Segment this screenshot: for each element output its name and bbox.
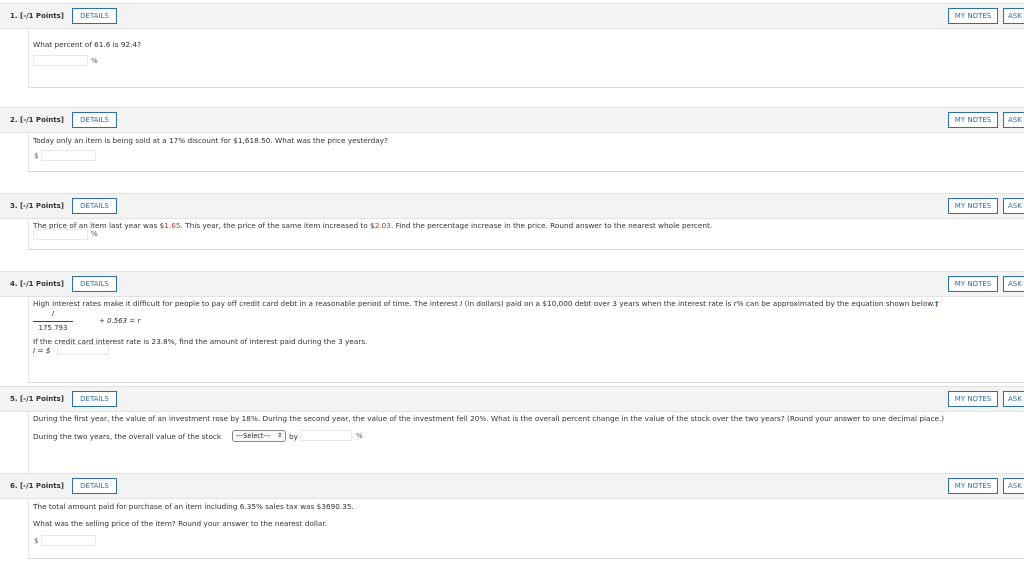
question-number: 5. [-/1 Points] (10, 395, 64, 403)
question-text: Today only an item is being sold at a 17… (33, 136, 388, 145)
question-subtext: What was the selling price of the item? … (33, 519, 328, 528)
equation-fraction: I 175.793 (33, 310, 73, 336)
question-text: During the first year, the value of an i… (33, 414, 945, 423)
question-1-header: 1. [-/1 Points] DETAILS MY NOTES ASK (0, 3, 1024, 29)
ask-button[interactable]: ASK (1003, 112, 1024, 128)
question-4-header: 4. [-/1 Points] DETAILS MY NOTES ASK (0, 271, 1024, 297)
question-6-header: 6. [-/1 Points] DETAILS MY NOTES ASK (0, 473, 1024, 499)
question-text-b: . This year, the price of the same item … (180, 221, 375, 230)
ask-button[interactable]: ASK (1003, 391, 1024, 407)
ask-button[interactable]: ASK (1003, 478, 1024, 494)
fraction-bar (33, 321, 73, 322)
my-notes-button[interactable]: MY NOTES (948, 112, 998, 128)
question-text: High interest rates make it difficult fo… (33, 299, 939, 308)
details-button[interactable]: DETAILS (72, 391, 117, 407)
ask-button[interactable]: ASK (1003, 198, 1024, 214)
question-text: What percent of 61.6 is 92.4? (33, 40, 141, 49)
answer-prefix: During the two years, the overall value … (33, 432, 222, 441)
equation-rest: + 0.563 = r (99, 317, 141, 325)
equation-numerator: I (51, 310, 55, 318)
question-6-body: The total amount paid for purchase of an… (28, 498, 1024, 559)
details-button[interactable]: DETAILS (72, 276, 117, 292)
my-notes-button[interactable]: MY NOTES (948, 391, 998, 407)
question-number: 1. [-/1 Points] (10, 12, 64, 20)
equation-denominator: 175.793 (38, 324, 68, 332)
question-3-body: The price of an item last year was $1.65… (28, 218, 1024, 250)
percent-unit: % (356, 432, 363, 440)
question-number: 2. [-/1 Points] (10, 116, 64, 124)
question-number: 4. [-/1 Points] (10, 280, 64, 288)
last-year-price: 1.65 (164, 221, 181, 230)
question-3-header: 3. [-/1 Points] DETAILS MY NOTES ASK (0, 193, 1024, 219)
dollar-prefix: $ (34, 152, 39, 160)
question-text: The price of an item last year was $1.65… (33, 221, 712, 230)
details-button[interactable]: DETAILS (72, 8, 117, 24)
details-button[interactable]: DETAILS (72, 478, 117, 494)
percent-unit: % (91, 57, 98, 65)
my-notes-button[interactable]: MY NOTES (948, 276, 998, 292)
answer-input[interactable] (300, 430, 352, 441)
question-number: 6. [-/1 Points] (10, 482, 64, 490)
my-notes-button[interactable]: MY NOTES (948, 478, 998, 494)
question-text-a: High interest rates make it difficult fo… (33, 299, 461, 308)
question-5-body: During the first year, the value of an i… (28, 411, 1024, 474)
direction-select[interactable]: ---Select--- ⇕ (232, 430, 286, 442)
ask-button[interactable]: ASK (1003, 276, 1024, 292)
answer-input[interactable] (57, 344, 109, 355)
my-notes-button[interactable]: MY NOTES (948, 8, 998, 24)
details-button[interactable]: DETAILS (72, 198, 117, 214)
my-notes-button[interactable]: MY NOTES (948, 198, 998, 214)
select-arrow-icon: ⇕ (276, 432, 282, 439)
select-value: ---Select--- (236, 432, 271, 440)
ask-button[interactable]: ASK (1003, 8, 1024, 24)
footnote-dagger[interactable]: † (935, 299, 939, 308)
question-text: The total amount paid for purchase of an… (33, 502, 354, 511)
by-label: by (289, 432, 298, 441)
question-2-header: 2. [-/1 Points] DETAILS MY NOTES ASK (0, 107, 1024, 133)
question-1-body: What percent of 61.6 is 92.4? % (28, 28, 1024, 88)
answer-input[interactable] (33, 55, 88, 66)
question-2-body: Today only an item is being sold at a 17… (28, 132, 1024, 172)
details-button[interactable]: DETAILS (72, 112, 117, 128)
this-year-price: 2.03 (374, 221, 391, 230)
question-text-c: % can be approximated by the equation sh… (736, 299, 935, 308)
question-number: 3. [-/1 Points] (10, 202, 64, 210)
question-4-body: High interest rates make it difficult fo… (28, 296, 1024, 383)
answer-input[interactable] (41, 535, 96, 546)
question-5-header: 5. [-/1 Points] DETAILS MY NOTES ASK (0, 386, 1024, 412)
question-text-b: (in dollars) paid on a $10,000 debt over… (462, 299, 734, 308)
answer-input[interactable] (41, 150, 96, 161)
answer-label: I = $ (33, 346, 51, 355)
answer-input[interactable] (33, 229, 88, 240)
question-text-c: . Find the percentage increase in the pr… (390, 221, 713, 230)
percent-unit: % (91, 230, 98, 238)
dollar-prefix: $ (34, 537, 39, 545)
